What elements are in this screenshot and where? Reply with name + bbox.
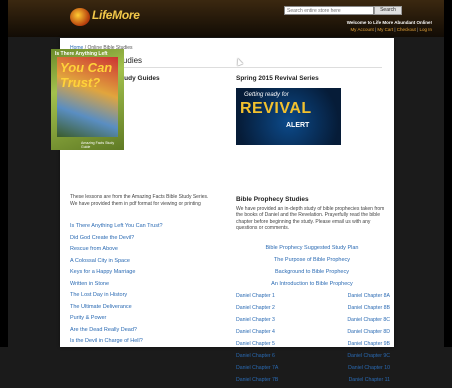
my-cart-link[interactable]: My Cart — [377, 27, 393, 32]
my-account-link[interactable]: My Account — [350, 27, 373, 32]
chapter-link[interactable]: Daniel Chapter 7A — [236, 364, 278, 372]
chapter-link[interactable]: Daniel Chapter 6 — [236, 352, 275, 360]
chapter-row: Daniel Chapter 7A Daniel Chapter 10 — [236, 364, 394, 376]
checkout-link[interactable]: Checkout — [397, 27, 416, 32]
site-logo[interactable]: LifeMore — [70, 6, 140, 28]
login-link[interactable]: Log In — [419, 27, 432, 32]
site-header: LifeMore Search Welcome to Life More Abu… — [8, 0, 444, 37]
chapter-link[interactable]: Daniel Chapter 11 — [349, 376, 390, 384]
logo-text: LifeMore — [92, 8, 140, 22]
revival-banner-alert: ALERT — [286, 122, 310, 129]
cover-foot-text: Amazing Facts Study Guide — [81, 141, 115, 149]
search-button[interactable]: Search — [374, 6, 402, 15]
chapter-link[interactable]: Daniel Chapter 10 — [348, 364, 390, 372]
revival-heading: Spring 2015 Revival Series — [236, 75, 319, 82]
revival-banner-small: Getting ready for — [244, 92, 289, 98]
revival-banner-big: REVIVAL — [240, 100, 312, 117]
search-input[interactable] — [284, 6, 374, 15]
window-frame-left — [0, 0, 8, 347]
window-frame-right — [444, 0, 452, 347]
chapter-row: Daniel Chapter 7B Daniel Chapter 11 — [236, 376, 394, 388]
revival-banner-image[interactable]: Getting ready for REVIVAL ALERT — [236, 88, 341, 145]
study-guide-cover-image[interactable]: Is There Anything Left You Can Trust? Am… — [51, 49, 124, 150]
account-links: My Account | My Cart | Checkout | Log In — [350, 27, 432, 32]
chapter-link[interactable]: Daniel Chapter 9C — [347, 352, 390, 360]
chapter-link[interactable]: Daniel Chapter 7B — [236, 376, 278, 384]
cover-title-text: You Can Trust? — [60, 60, 113, 90]
chapter-row: Daniel Chapter 6 Daniel Chapter 9C — [236, 352, 394, 364]
welcome-message: Welcome to Life More Abundant Online! — [346, 20, 432, 25]
logo-mark-icon — [70, 8, 90, 26]
